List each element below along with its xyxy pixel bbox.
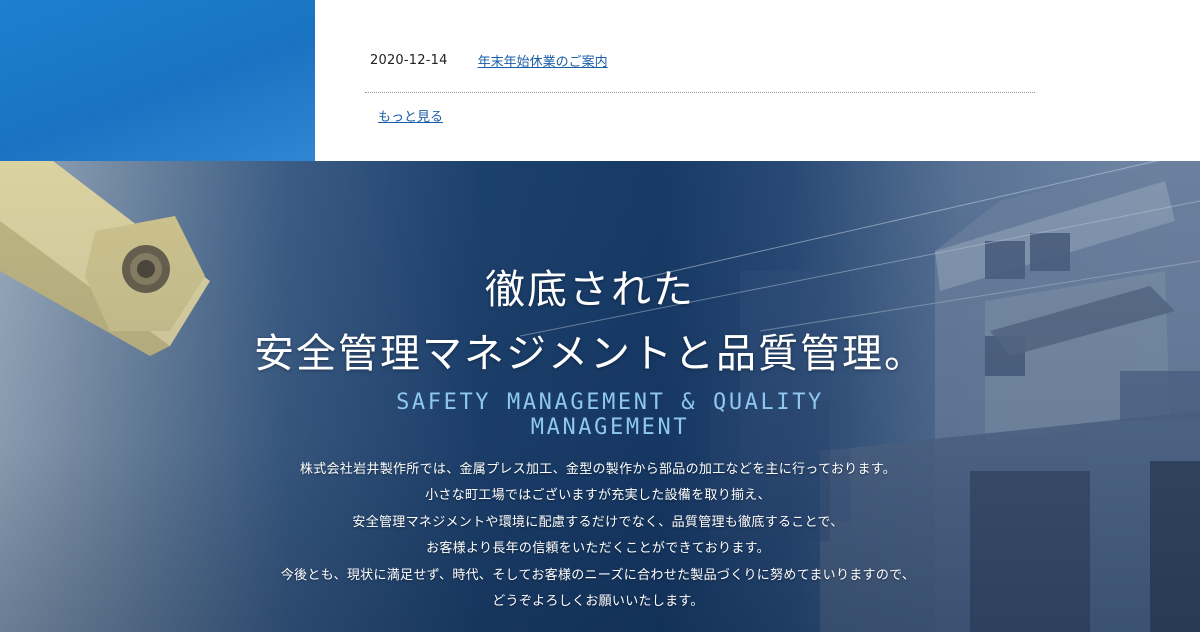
news-divider: [365, 92, 1035, 93]
hero-body-line: お客様より長年の信頼をいただくことができております。: [426, 541, 770, 557]
hero-body-line: 小さな町工場ではございますが充実した設備を取り揃え、: [425, 488, 771, 504]
hero-body: 株式会社岩井製作所では、金属プレス加工、金型の製作から部品の加工などを主に行って…: [0, 457, 1196, 615]
accent-block: [0, 0, 315, 161]
hero-title-line1: 徹底された: [485, 267, 695, 313]
news-link[interactable]: 年末年始休業のご案内: [478, 51, 608, 70]
hero-body-line: どうぞよろしくお願いいたします。: [492, 594, 704, 610]
hero-body-line: 安全管理マネジメントや環境に配慮するだけでなく、品質管理も徹底することで、: [352, 514, 844, 530]
hero-subtitle: SAFETY MANAGEMENT & QUALITY MANAGEMENT: [396, 390, 824, 440]
news-date: 2020-12-14: [370, 52, 448, 68]
news-item: 2020-12-14 年末年始休業のご案内: [370, 51, 608, 70]
hero-body-line: 株式会社岩井製作所では、金属プレス加工、金型の製作から部品の加工などを主に行って…: [299, 462, 897, 477]
hero-section: 徹底された 安全管理マネジメントと品質管理。 SAFETY MANAGEMENT…: [0, 161, 1200, 632]
more-link[interactable]: もっと見る: [378, 106, 443, 125]
hero-title-line2: 安全管理マネジメントと品質管理。: [254, 331, 926, 377]
hero-body-line: 今後とも、現状に満足せず、時代、そしてお客様のニーズに合わせた製品づくりに努めて…: [280, 567, 916, 583]
news-section: 2020-12-14 年末年始休業のご案内 もっと見る: [0, 0, 1200, 161]
